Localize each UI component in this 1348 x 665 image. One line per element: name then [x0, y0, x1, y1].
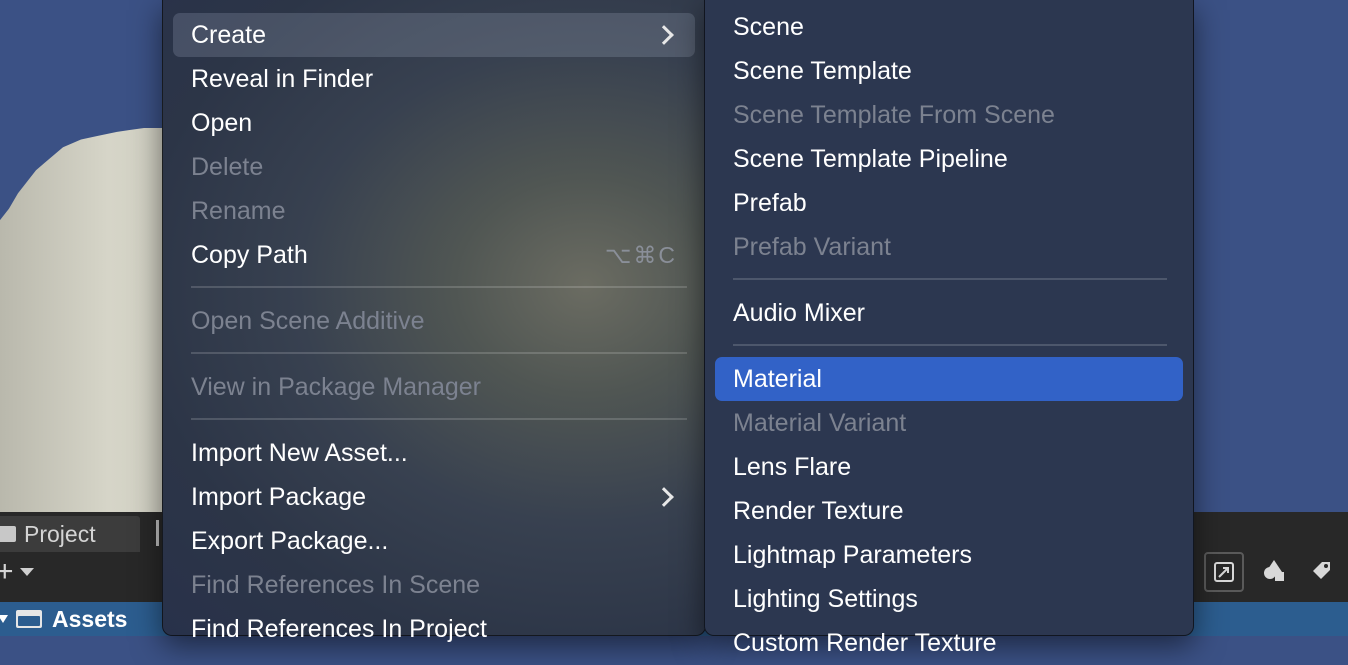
menu-separator [191, 286, 687, 288]
menu-item-import-new-asset[interactable]: Import New Asset... [173, 431, 695, 475]
menu-item-reveal-in-finder[interactable]: Reveal in Finder [173, 57, 695, 101]
submenu-item-prefab-variant: Prefab Variant [715, 225, 1183, 269]
menu-item-label: Copy Path [191, 240, 308, 269]
submenu-item-scene-template[interactable]: Scene Template [715, 49, 1183, 93]
menu-separator [733, 278, 1167, 280]
scene-object [0, 128, 180, 512]
add-button[interactable]: + [0, 555, 48, 588]
menu-separator [733, 344, 1167, 346]
menu-item-label: Create [191, 20, 267, 49]
menu-item-label: Scene Template From Scene [733, 100, 1055, 129]
menu-item-label: Open Scene Additive [191, 306, 425, 335]
menu-item-label: Lighting Settings [733, 584, 918, 613]
scene-visibility-icon[interactable] [1204, 552, 1244, 592]
create-submenu: Scene Scene Template Scene Template From… [704, 0, 1194, 657]
submenu-item-render-texture[interactable]: Render Texture [715, 489, 1183, 533]
project-toolbar [1204, 552, 1340, 592]
submenu-item-scene[interactable]: Scene [715, 5, 1183, 49]
menu-item-label: Rename [191, 196, 286, 225]
menu-separator [191, 418, 687, 420]
tab-project-label: Project [24, 520, 96, 547]
menu-item-label: Material Variant [733, 408, 907, 437]
menu-item-label: Reveal in Finder [191, 64, 374, 93]
submenu-item-lighting-settings[interactable]: Lighting Settings [715, 577, 1183, 621]
menu-item-label: Render Texture [733, 496, 904, 525]
menu-item-import-package[interactable]: Import Package [173, 475, 695, 519]
submenu-item-scene-template-from-scene: Scene Template From Scene [715, 93, 1183, 137]
folder-open-icon [16, 610, 42, 628]
menu-separator [191, 352, 687, 354]
menu-item-label: Import New Asset... [191, 438, 408, 467]
menu-item-label: Export Package... [191, 526, 389, 555]
menu-item-label: Delete [191, 152, 264, 181]
keyboard-shortcut: ⌥⌘C [604, 241, 677, 268]
folder-icon [0, 526, 16, 542]
chevron-right-icon [654, 25, 674, 45]
submenu-item-lens-flare[interactable]: Lens Flare [715, 445, 1183, 489]
tab-project[interactable]: Project [0, 516, 140, 552]
expand-arrow-icon[interactable] [0, 615, 8, 623]
menu-item-label: Lightmap Parameters [733, 540, 973, 569]
menu-item-copy-path[interactable]: Copy Path ⌥⌘C [173, 233, 695, 277]
filter-by-label-icon[interactable] [1304, 552, 1340, 588]
submenu-item-material[interactable]: Material [715, 357, 1183, 401]
menu-item-label: Lens Flare [733, 452, 852, 481]
submenu-item-scene-template-pipeline[interactable]: Scene Template Pipeline [715, 137, 1183, 181]
menu-item-label: Custom Render Texture [733, 628, 997, 657]
menu-item-open[interactable]: Open [173, 101, 695, 145]
filter-by-type-icon[interactable] [1256, 552, 1292, 588]
submenu-item-audio-mixer[interactable]: Audio Mixer [715, 291, 1183, 335]
submenu-item-custom-render-texture[interactable]: Custom Render Texture [715, 621, 1183, 665]
menu-item-label: Import Package [191, 482, 367, 511]
menu-item-delete: Delete [173, 145, 695, 189]
menu-item-label: Audio Mixer [733, 298, 865, 327]
menu-item-view-in-package-manager: View in Package Manager [173, 365, 695, 409]
menu-item-label: Prefab [733, 188, 807, 217]
menu-item-label: Prefab Variant [733, 232, 891, 261]
chevron-right-icon [654, 487, 674, 507]
menu-item-label: Find References In Project [191, 614, 487, 643]
context-menu: Create Reveal in Finder Open Delete Rena… [162, 0, 706, 643]
menu-item-label: Scene [733, 12, 804, 41]
menu-item-rename: Rename [173, 189, 695, 233]
menu-item-label: Open [191, 108, 253, 137]
submenu-item-lightmap-parameters[interactable]: Lightmap Parameters [715, 533, 1183, 577]
menu-item-create[interactable]: Create [173, 13, 695, 57]
menu-item-find-references-in-scene: Find References In Scene [173, 563, 695, 607]
menu-item-label: Material [733, 364, 822, 393]
menu-item-export-package[interactable]: Export Package... [173, 519, 695, 563]
submenu-item-prefab[interactable]: Prefab [715, 181, 1183, 225]
assets-label: Assets [52, 605, 128, 632]
submenu-item-material-variant: Material Variant [715, 401, 1183, 445]
menu-item-find-references-in-project[interactable]: Find References In Project [173, 607, 695, 651]
menu-item-label: Scene Template [733, 56, 912, 85]
chevron-down-icon [19, 568, 34, 576]
menu-item-open-scene-additive: Open Scene Additive [173, 299, 695, 343]
menu-item-label: Scene Template Pipeline [733, 144, 1008, 173]
menu-item-label: View in Package Manager [191, 372, 481, 401]
menu-item-label: Find References In Scene [191, 570, 481, 599]
plus-icon: + [0, 555, 14, 588]
